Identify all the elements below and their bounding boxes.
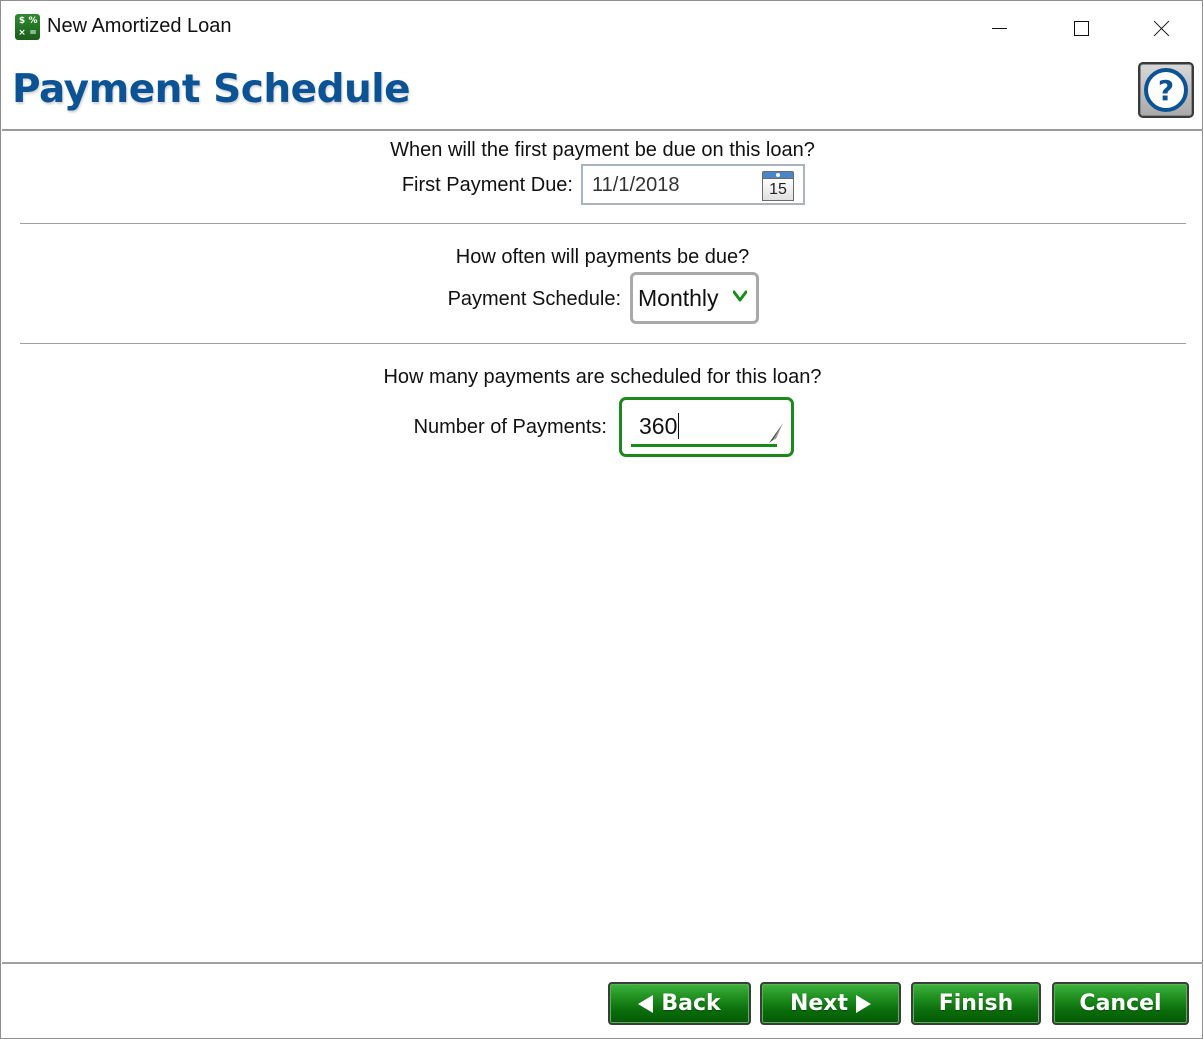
pencil-edit-icon (765, 423, 783, 446)
calendar-icon-day: 15 (762, 179, 794, 201)
next-button-label: Next (789, 991, 849, 1016)
header-divider (2, 129, 1203, 131)
first-payment-question: When will the first payment be due on th… (390, 139, 815, 161)
first-payment-label: First Payment Due: (401, 174, 573, 196)
maximize-icon (1073, 20, 1089, 36)
calendar-button[interactable]: 15 (762, 171, 794, 201)
help-icon: ? (1144, 68, 1188, 112)
calculator-app-icon: $ % × = (15, 14, 40, 40)
first-payment-date-field[interactable]: 11/1/2018 15 (581, 164, 805, 205)
count-label: Number of Payments: (413, 416, 607, 438)
equals-glyph: = (29, 27, 37, 38)
payment-schedule-select[interactable]: Monthly (630, 272, 759, 324)
minimize-button[interactable] (976, 11, 1022, 45)
dollar-glyph: $ (18, 16, 26, 26)
back-button[interactable]: Back (608, 982, 751, 1025)
maximize-button[interactable] (1058, 11, 1104, 45)
page-title: Payment Schedule (12, 67, 411, 112)
schedule-question: How often will payments be due? (455, 246, 750, 268)
dialog-window: $ % × = New Amortized Loan Payment Sched… (0, 0, 1203, 1039)
close-button[interactable] (1139, 11, 1185, 45)
back-button-label: Back (661, 991, 721, 1016)
calendar-icon (762, 171, 794, 179)
section-divider-2 (20, 343, 1186, 344)
section-divider-1 (20, 223, 1186, 224)
payment-schedule-value: Monthly (638, 285, 719, 311)
times-glyph: × (18, 27, 26, 38)
schedule-label: Payment Schedule: (447, 288, 621, 310)
finish-button-label: Finish (938, 991, 1014, 1016)
next-button[interactable]: Next (760, 982, 901, 1025)
first-payment-date-value[interactable]: 11/1/2018 (592, 174, 680, 197)
minimize-icon (991, 27, 1007, 29)
number-of-payments-value[interactable]: 360 (639, 413, 680, 439)
help-button[interactable]: ? (1138, 62, 1194, 118)
close-icon (1154, 20, 1170, 36)
title-bar: $ % × = New Amortized Loan (1, 1, 1202, 55)
number-of-payments-input[interactable]: 360 (619, 397, 794, 457)
count-question: How many payments are scheduled for this… (383, 366, 822, 388)
finish-button[interactable]: Finish (911, 982, 1041, 1025)
arrow-left-icon (638, 994, 654, 1013)
arrow-right-icon (856, 994, 872, 1013)
cancel-button[interactable]: Cancel (1052, 982, 1189, 1025)
footer-divider (2, 962, 1203, 964)
chevron-down-icon (733, 290, 747, 302)
cancel-button-label: Cancel (1079, 991, 1162, 1016)
window-title: New Amortized Loan (47, 15, 232, 37)
percent-glyph: % (28, 16, 38, 26)
input-underline (631, 444, 777, 447)
